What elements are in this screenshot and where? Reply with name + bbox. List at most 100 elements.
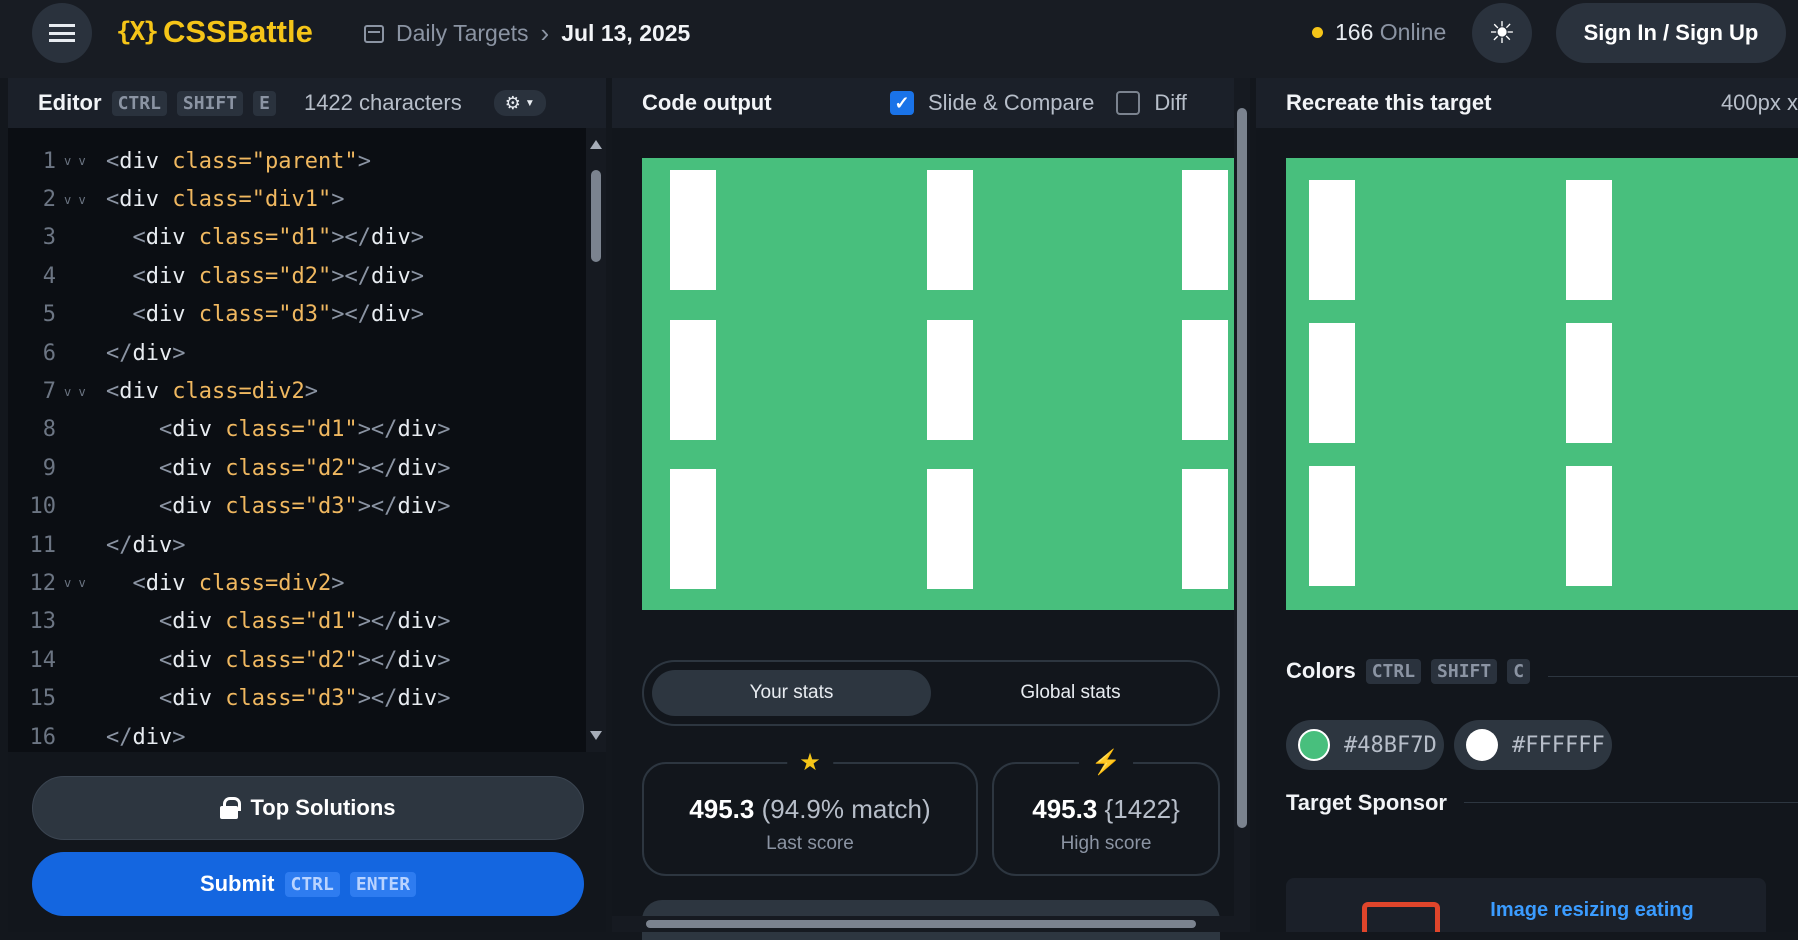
color-swatch[interactable]: #FFFFFF <box>1454 720 1612 770</box>
line-number: 1 <box>42 148 56 174</box>
code-line[interactable]: 3 <div class="d1"></div> <box>8 219 584 257</box>
code-attr: class="d2" <box>211 455 358 481</box>
code-punct: > <box>172 532 186 558</box>
tab-your-stats[interactable]: Your stats <box>652 670 931 716</box>
diff-toggle[interactable]: Diff <box>1116 90 1187 116</box>
high-score-label: High score <box>1060 833 1152 854</box>
checkbox-checked[interactable]: ✓ <box>890 91 914 115</box>
code-punct: < <box>158 609 173 635</box>
color-dot <box>1466 729 1498 761</box>
output-canvas[interactable] <box>642 158 1246 610</box>
code-punct: < <box>106 379 120 405</box>
code-line[interactable]: 14 <div class="d2"></div> <box>8 641 584 679</box>
code-tag: div <box>370 302 411 328</box>
line-number: 13 <box>29 609 57 635</box>
target-shape <box>1566 180 1612 300</box>
code-punct: > <box>437 494 451 520</box>
code-line[interactable]: 16 </div> <box>8 718 584 752</box>
code-tag: div <box>172 686 212 712</box>
scrollbar-thumb[interactable] <box>1237 108 1247 828</box>
kbd-key: SHIFT <box>176 90 244 116</box>
top-solutions-button[interactable]: Top Solutions <box>32 776 584 840</box>
scroll-down-icon[interactable] <box>590 731 602 740</box>
code-punct: </ <box>106 340 133 366</box>
target-canvas[interactable] <box>1286 158 1798 610</box>
output-shape <box>670 320 716 440</box>
output-shape <box>1182 469 1228 589</box>
kbd-key: ENTER <box>349 871 417 897</box>
lock-icon <box>220 797 242 819</box>
star-icon: ★ <box>787 748 833 777</box>
breadcrumb-date: Jul 13, 2025 <box>561 20 691 46</box>
target-panel: Recreate this target 400px x Colors CTRL… <box>1256 78 1798 932</box>
online-label: Online <box>1379 19 1447 45</box>
output-horizontal-scrollbar[interactable] <box>612 916 1234 932</box>
code-line[interactable]: 9 <div class="d2"></div> <box>8 449 584 487</box>
code-punct: > <box>357 148 371 174</box>
code-punct: < <box>158 455 173 481</box>
code-punct: < <box>158 686 173 712</box>
code-line[interactable]: 1 v v <div class="parent"> <box>8 142 584 180</box>
code-editor[interactable]: 1v v <div class="parent"> 2 v v <div class="… <box>8 128 584 752</box>
kbd-key: CTRL <box>284 871 340 897</box>
theme-toggle-button[interactable]: ☀ <box>1472 3 1532 63</box>
output-shape <box>670 469 716 589</box>
color-hex: #48BF7D <box>1344 732 1437 758</box>
line-number: 10 <box>29 494 57 520</box>
code-tag: div <box>172 417 212 443</box>
scroll-up-icon[interactable] <box>590 140 602 149</box>
code-punct: > <box>437 686 451 712</box>
code-line[interactable]: 4 <div class="d2"></div> <box>8 257 584 295</box>
editor-scrollbar[interactable] <box>586 128 606 752</box>
submit-button[interactable]: Submit CTRL ENTER <box>32 852 584 916</box>
code-text: <div class="d3"></div> <box>106 494 450 519</box>
code-line[interactable]: 2 v v <div class="div1"> <box>8 180 584 218</box>
high-score-chars: {1422} <box>1104 794 1180 824</box>
output-shape <box>927 170 973 290</box>
output-shape <box>1182 170 1228 290</box>
divider <box>1464 802 1798 803</box>
code-text: <div class="d3"></div> <box>106 686 450 711</box>
code-line[interactable]: 13 <div class="d1"></div> <box>8 603 584 641</box>
code-attr: class="d2" <box>211 647 358 673</box>
scrollbar-thumb[interactable] <box>646 920 1196 928</box>
scrollbar-thumb[interactable] <box>591 170 601 262</box>
line-number: 8 <box>42 417 56 443</box>
output-vertical-scrollbar[interactable] <box>1234 78 1250 932</box>
logo[interactable]: {X} CSSBattle <box>116 14 313 50</box>
checkbox-unchecked[interactable] <box>1116 91 1141 115</box>
fold-chevron-icon: v v <box>64 154 86 169</box>
sponsor-text[interactable]: Image resizing eating <box>1482 896 1702 924</box>
code-line[interactable]: 10 <div class="d3"></div> <box>8 488 584 526</box>
code-text: <div class="d1"></div> <box>106 225 424 250</box>
slide-compare-label: Slide & Compare <box>928 90 1095 115</box>
code-tag: div <box>172 609 212 635</box>
code-text: </div> <box>106 725 186 750</box>
character-count: 1422 characters <box>303 90 462 115</box>
breadcrumb-daily-targets[interactable]: Daily Targets <box>396 20 529 47</box>
code-line[interactable]: 12 v v <div class=div2> <box>8 564 584 602</box>
code-tag: div <box>397 686 438 712</box>
code-line[interactable]: 5 <div class="d3"></div> <box>8 296 584 334</box>
code-text: <div class="d1"></div> <box>106 609 450 634</box>
menu-button[interactable] <box>32 3 92 63</box>
code-punct: ></ <box>357 494 398 520</box>
code-line[interactable]: 7 v v <div class=div2> <box>8 372 584 410</box>
code-tag: div <box>397 417 438 443</box>
color-swatch[interactable]: #48BF7D <box>1286 720 1444 770</box>
code-punct: ></ <box>331 225 371 251</box>
editor-settings-button[interactable]: ⚙ ▼ <box>493 90 546 116</box>
tab-global-stats[interactable]: Global stats <box>931 670 1210 716</box>
slide-compare-toggle[interactable]: ✓ Slide & Compare <box>890 90 1094 116</box>
sign-in-button[interactable]: Sign In / Sign Up <box>1556 3 1786 63</box>
top-solutions-label: Top Solutions <box>250 795 396 820</box>
code-line[interactable]: 8 <div class="d1"></div> <box>8 411 584 449</box>
top-bar: {X} CSSBattle Daily Targets › Jul 13, 20… <box>0 0 1798 78</box>
code-line[interactable]: 11 </div> <box>8 526 584 564</box>
code-line[interactable]: 15 <div class="d3"></div> <box>8 679 584 717</box>
editor-panel: Editor CTRL SHIFT E 1422 characters ⚙ ▼ 1… <box>8 78 606 932</box>
code-line[interactable]: 6 </div> <box>8 334 584 372</box>
stats-tabs: Your stats Global stats <box>642 660 1220 726</box>
sponsor-card[interactable]: Image resizing eating <box>1286 878 1766 932</box>
